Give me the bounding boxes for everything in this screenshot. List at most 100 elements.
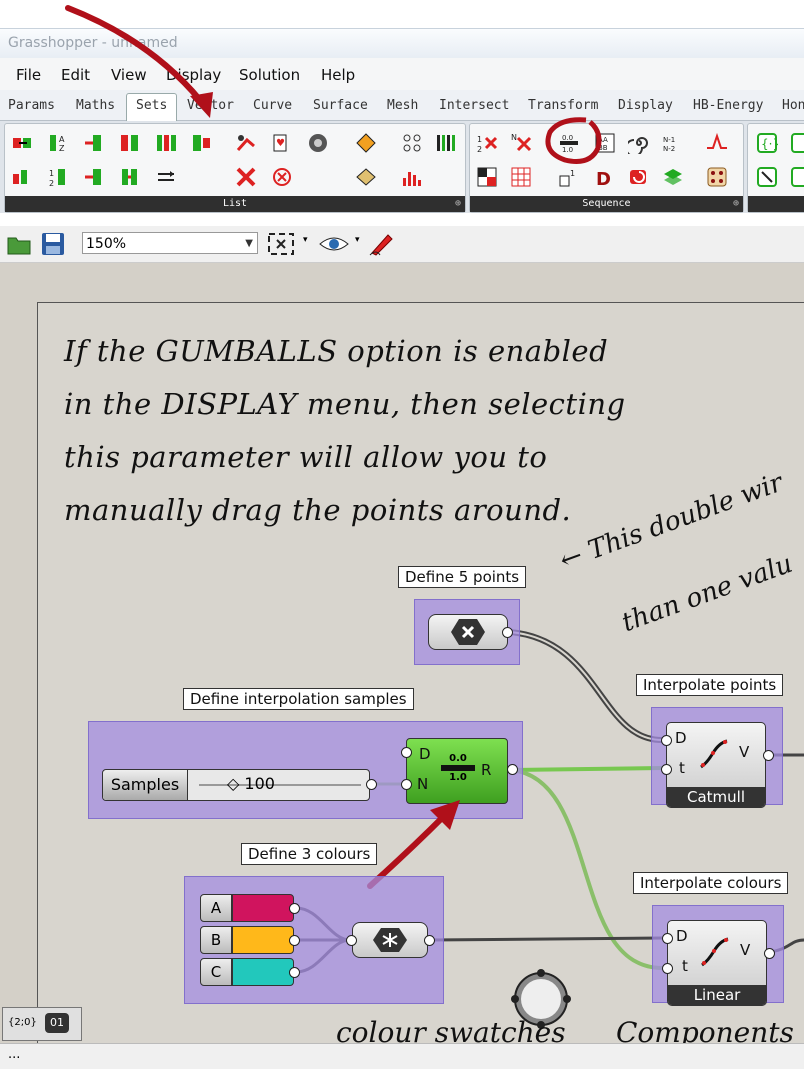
point-param-component[interactable]	[428, 614, 508, 650]
output-pin[interactable]	[424, 935, 435, 946]
pin-icon[interactable]: ⊕	[733, 196, 739, 212]
input-pin[interactable]	[346, 935, 357, 946]
linear-name: Linear	[668, 985, 766, 1005]
interpolate-curve-icon	[701, 937, 729, 967]
output-pin[interactable]	[764, 948, 775, 959]
open-folder-icon[interactable]	[6, 232, 32, 256]
partition-icon[interactable]	[83, 166, 105, 188]
tab-params[interactable]: Params	[8, 98, 55, 113]
cull-index-icon[interactable]	[235, 166, 257, 188]
spiral-icon[interactable]	[628, 132, 650, 154]
svg-text:N: N	[511, 133, 517, 142]
tab-surface[interactable]: Surface	[313, 98, 368, 113]
annotation-arrow-range-icon	[367, 800, 460, 889]
menu-solution[interactable]: Solution	[239, 66, 300, 84]
output-pin[interactable]	[366, 779, 377, 790]
tab-hb-energy[interactable]: HB-Energy	[693, 98, 763, 113]
svg-text:{·}: {·}	[761, 137, 778, 151]
pick-choose-icon[interactable]	[355, 166, 377, 188]
random-reduce-icon[interactable]	[235, 132, 257, 154]
output-pin[interactable]	[289, 935, 300, 946]
input-pin[interactable]	[661, 735, 672, 746]
tree-graft-icon[interactable]	[756, 166, 778, 188]
swatch-color[interactable]	[232, 894, 294, 922]
linear-component[interactable]: D t V Linear	[667, 920, 767, 1006]
point-hexagon-icon	[451, 619, 485, 645]
layers-icon[interactable]	[662, 166, 684, 188]
tree-branch-icon[interactable]: {·}	[756, 132, 778, 154]
zoom-dropdown[interactable]: 150% ▼	[82, 232, 258, 254]
output-pin[interactable]	[289, 903, 300, 914]
weave-icon[interactable]	[155, 132, 177, 154]
tab-display[interactable]: Display	[618, 98, 673, 113]
input-pin[interactable]	[401, 779, 412, 790]
input-pin[interactable]	[662, 963, 673, 974]
input-pin[interactable]	[661, 764, 672, 775]
catmull-input-t: t	[679, 759, 685, 777]
histogram-icon[interactable]	[401, 166, 423, 188]
tab-curve[interactable]: Curve	[253, 98, 292, 113]
item-index-icon[interactable]	[11, 166, 33, 188]
samples-slider[interactable]: Samples ◇ 100	[102, 769, 370, 801]
colour-swatch-b[interactable]: B	[200, 926, 294, 954]
slider-value[interactable]: ◇ 100	[227, 774, 275, 793]
catmull-output-v: V	[739, 743, 750, 761]
zoom-extents-icon[interactable]	[266, 231, 296, 257]
tab-mesh[interactable]: Mesh	[387, 98, 418, 113]
menu-file[interactable]: File	[16, 66, 41, 84]
shuffle-icon[interactable]	[307, 132, 329, 154]
tab-transform[interactable]: Transform	[528, 98, 598, 113]
grid-icon[interactable]	[510, 166, 532, 188]
catmull-component[interactable]: D t V Catmull	[666, 722, 766, 808]
split-list-icon[interactable]	[119, 132, 141, 154]
output-pin[interactable]	[763, 750, 774, 761]
shift-list-icon[interactable]	[11, 132, 33, 154]
swatch-color[interactable]	[232, 958, 294, 986]
swatch-color[interactable]	[232, 926, 294, 954]
colour-swatch-a[interactable]: A	[200, 894, 294, 922]
sort-list-icon[interactable]: AZ	[47, 132, 69, 154]
cull-nth-icon[interactable]: N	[510, 132, 532, 154]
input-pin[interactable]	[401, 747, 412, 758]
list-item-icon[interactable]: 12	[47, 166, 69, 188]
series-icon[interactable]: N-1N-2	[662, 132, 684, 154]
repeat-icon[interactable]	[628, 166, 650, 188]
ribbon-group-sequence-label: Sequence ⊕	[470, 196, 743, 212]
barcode-icon[interactable]	[435, 132, 457, 154]
zoom-value: 150%	[86, 236, 127, 252]
fibonacci-icon[interactable]: 12	[476, 132, 498, 154]
list-length-icon[interactable]	[401, 132, 423, 154]
canvas-widget[interactable]: {2;0} 01	[2, 1007, 82, 1041]
checker-icon[interactable]	[476, 166, 498, 188]
tab-hon[interactable]: Hon	[782, 98, 804, 113]
tab-intersect[interactable]: Intersect	[439, 98, 509, 113]
cull-pattern-icon[interactable]	[271, 166, 293, 188]
group-label-points: Define 5 points	[398, 566, 527, 588]
colour-param-component[interactable]	[352, 922, 428, 958]
chevron-down-icon[interactable]: ▾	[303, 235, 308, 245]
replace-items-icon[interactable]	[191, 132, 213, 154]
pin-icon[interactable]: ⊕	[455, 196, 461, 212]
linear-input-d: D	[676, 927, 688, 945]
output-pin[interactable]	[289, 967, 300, 978]
sketch-pen-icon[interactable]	[368, 231, 396, 257]
slider-track[interactable]	[199, 784, 361, 786]
sublist-icon[interactable]	[119, 166, 141, 188]
jitter-icon[interactable]: ♥	[271, 132, 293, 154]
tree-simplify-icon[interactable]	[790, 166, 804, 188]
output-pin[interactable]	[502, 627, 513, 638]
preview-eye-icon[interactable]	[318, 232, 350, 256]
tree-flip-icon[interactable]	[790, 132, 804, 154]
menu-help[interactable]: Help	[321, 66, 355, 84]
input-pin[interactable]	[662, 933, 673, 944]
insert-items-icon[interactable]	[83, 132, 105, 154]
status-bar: ...	[0, 1043, 804, 1069]
pulse-icon[interactable]	[706, 132, 728, 154]
null-item-icon[interactable]	[355, 132, 377, 154]
colour-swatch-c[interactable]: C	[200, 958, 294, 986]
save-icon[interactable]	[40, 231, 66, 257]
reverse-list-icon[interactable]	[155, 166, 177, 188]
output-pin[interactable]	[507, 764, 518, 775]
chevron-down-icon[interactable]: ▾	[355, 235, 360, 245]
dice-icon[interactable]	[706, 166, 728, 188]
